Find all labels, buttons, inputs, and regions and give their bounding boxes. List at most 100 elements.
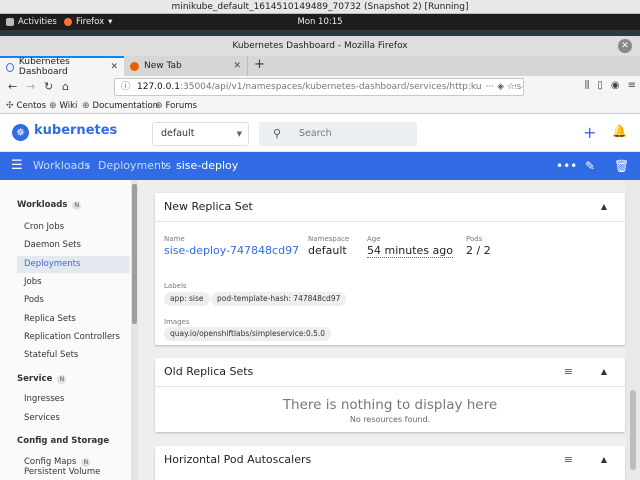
notifications-bell-icon[interactable]: 🔔 bbox=[612, 124, 627, 138]
divider bbox=[155, 221, 625, 222]
sidebar-item-persistent-volume-claims[interactable]: Persistent Volume Claims bbox=[17, 467, 130, 480]
edit-pencil-icon[interactable]: ✎ bbox=[585, 152, 595, 180]
sidebar-item-replication-controllers[interactable]: Replication Controllers bbox=[17, 329, 130, 346]
search-input[interactable]: ⚲ Search bbox=[259, 122, 417, 146]
sidebar-item-label: Daemon Sets bbox=[24, 240, 81, 250]
close-tab-icon[interactable]: ✕ bbox=[233, 61, 241, 71]
bookmark-wiki[interactable]: ⊕ Wiki bbox=[49, 98, 77, 114]
kubernetes-favicon-icon bbox=[6, 62, 14, 72]
url-path: :35004/api/v1/namespaces/kubernetes-dash… bbox=[179, 82, 524, 92]
delete-trash-icon[interactable]: 🗑 bbox=[614, 152, 629, 180]
tab-kubernetes-dashboard[interactable]: Kubernetes Dashboard ✕ bbox=[0, 56, 124, 77]
image-chip: quay.io/openshiftlabs/simpleservice:0.5.… bbox=[164, 327, 332, 341]
sidebar-item-label: Services bbox=[24, 413, 60, 423]
sidebar-section-config-storage[interactable]: Config and Storage bbox=[17, 436, 109, 446]
close-window-button[interactable]: ✕ bbox=[618, 39, 632, 53]
collapse-chevron-up-icon[interactable]: ▲ bbox=[601, 193, 607, 221]
create-resource-button[interactable]: + bbox=[583, 123, 596, 142]
scrollbar-thumb[interactable] bbox=[132, 184, 137, 324]
close-tab-icon[interactable]: ✕ bbox=[110, 62, 118, 72]
toolbar-right: ⫼ ▯ ◉ ≡ bbox=[585, 80, 636, 91]
card-title: Horizontal Pod Autoscalers bbox=[164, 453, 312, 466]
name-label: Name bbox=[164, 235, 185, 243]
sidebar-item-stateful-sets[interactable]: Stateful Sets bbox=[17, 347, 130, 364]
sidebar-section-service[interactable]: Service N bbox=[17, 374, 67, 384]
namespace-select[interactable]: default ▼ bbox=[152, 122, 249, 146]
namespace-value: default bbox=[308, 244, 347, 257]
back-button[interactable]: ← bbox=[8, 80, 17, 93]
sidebar-item-pods[interactable]: Pods bbox=[17, 292, 130, 309]
window-title-text: Kubernetes Dashboard - Mozilla Firefox bbox=[232, 41, 408, 51]
age-value[interactable]: 54 minutes ago bbox=[367, 244, 453, 258]
images-label: Images bbox=[164, 318, 190, 326]
content-scrollbar[interactable] bbox=[626, 180, 640, 480]
sidebar-item-cron-jobs[interactable]: Cron Jobs bbox=[17, 219, 130, 236]
account-icon[interactable]: ◉ bbox=[611, 80, 620, 91]
bookmark-documentation[interactable]: ⊕ Documentation bbox=[82, 98, 158, 114]
bookmark-centos[interactable]: ✣ Centos bbox=[6, 98, 46, 114]
bookmarks-toolbar: ✣ Centos ⊕ Wiki ⊕ Documentation ⊕ Forums bbox=[0, 98, 640, 114]
labels-label: Labels bbox=[164, 282, 187, 290]
filter-icon[interactable]: ≡ bbox=[564, 446, 573, 474]
card-title: Old Replica Sets bbox=[164, 365, 254, 378]
new-tab-button[interactable]: + bbox=[254, 57, 265, 72]
sidebar-item-jobs[interactable]: Jobs bbox=[17, 274, 130, 291]
menu-icon[interactable]: ≡ bbox=[628, 80, 636, 91]
divider bbox=[155, 386, 625, 387]
firefox-favicon-icon bbox=[130, 61, 139, 71]
new-badge: N bbox=[57, 374, 67, 384]
search-placeholder: Search bbox=[299, 128, 332, 139]
site-info-icon[interactable]: ⓘ bbox=[121, 79, 130, 95]
bookmark-star-icon[interactable]: ☆ bbox=[507, 82, 515, 92]
url-host: 127.0.0.1 bbox=[137, 82, 180, 92]
sidebar-section-workloads[interactable]: Workloads N bbox=[17, 200, 82, 210]
scrollbar-thumb[interactable] bbox=[630, 390, 636, 470]
horizontal-pod-autoscalers-card: Horizontal Pod Autoscalers ≡ ▲ bbox=[155, 446, 625, 480]
pocket-icon[interactable]: ◈ bbox=[497, 82, 504, 92]
sidebar-item-replica-sets[interactable]: Replica Sets bbox=[17, 311, 130, 328]
clock[interactable]: Mon 10:15 bbox=[0, 14, 640, 30]
section-label: Config and Storage bbox=[17, 436, 110, 446]
bookmark-forums[interactable]: ⊕ Forums bbox=[155, 98, 197, 114]
tab-strip: Kubernetes Dashboard ✕ New Tab ✕ + bbox=[0, 56, 640, 77]
gnome-top-bar: Activities Firefox ▾ Mon 10:15 bbox=[0, 14, 640, 30]
more-actions-icon[interactable]: ••• bbox=[556, 152, 577, 180]
collapse-chevron-up-icon[interactable]: ▲ bbox=[601, 446, 607, 474]
filter-icon[interactable]: ≡ bbox=[564, 358, 573, 386]
breadcrumb-workloads[interactable]: Workloads bbox=[33, 152, 90, 180]
label-chip: pod-template-hash: 747848cd97 bbox=[211, 292, 347, 306]
home-button[interactable]: ⌂ bbox=[62, 80, 69, 93]
sidebar-item-deployments[interactable]: Deployments bbox=[17, 256, 130, 273]
chevron-right-icon: › bbox=[163, 159, 168, 172]
empty-state-subtitle: No resources found. bbox=[349, 415, 431, 424]
bookmark-label: Documentation bbox=[92, 101, 159, 111]
url-bar[interactable]: ⓘ 127.0.0.1:35004/api/v1/namespaces/kube… bbox=[114, 78, 524, 96]
sidebar-item-ingresses[interactable]: Ingresses bbox=[17, 391, 130, 408]
library-icon[interactable]: ⫼ bbox=[585, 80, 590, 91]
pods-label: Pods bbox=[466, 235, 483, 243]
sidebar-item-label: Deployments bbox=[24, 259, 81, 269]
breadcrumb-current: sise-deploy bbox=[176, 159, 239, 172]
breadcrumb-deployments[interactable]: Deployments bbox=[98, 152, 171, 180]
reload-button[interactable]: ↻ bbox=[44, 80, 53, 93]
collapse-chevron-up-icon[interactable]: ▲ bbox=[601, 358, 607, 386]
replica-set-name-link[interactable]: sise-deploy-747848cd97 bbox=[164, 244, 299, 257]
new-badge: N bbox=[72, 200, 82, 210]
sidebar-item-services[interactable]: Services bbox=[17, 410, 130, 427]
more-actions-icon[interactable]: ··· bbox=[486, 82, 495, 92]
brand-name[interactable]: kubernetes bbox=[34, 123, 117, 138]
k8s-header: ✵ kubernetes default ▼ ⚲ Search + 🔔 bbox=[0, 114, 640, 152]
tab-new-tab[interactable]: New Tab ✕ bbox=[124, 56, 248, 76]
age-label: Age bbox=[367, 235, 381, 243]
chevron-right-icon: › bbox=[86, 159, 91, 172]
forward-button[interactable]: → bbox=[26, 80, 35, 93]
sidebar-scrollbar[interactable] bbox=[131, 180, 138, 480]
centos-icon: ✣ bbox=[6, 101, 14, 111]
kubernetes-logo-icon[interactable]: ✵ bbox=[12, 124, 29, 141]
sidebar-icon[interactable]: ▯ bbox=[597, 80, 603, 91]
globe-icon: ⊕ bbox=[49, 101, 57, 111]
hamburger-menu-icon[interactable]: ☰ bbox=[11, 152, 23, 180]
sidebar-item-label: Stateful Sets bbox=[24, 350, 79, 360]
sidebar-item-daemon-sets[interactable]: Daemon Sets bbox=[17, 237, 130, 254]
new-replica-set-card: New Replica Set ▲ Name sise-deploy-74784… bbox=[155, 193, 625, 345]
